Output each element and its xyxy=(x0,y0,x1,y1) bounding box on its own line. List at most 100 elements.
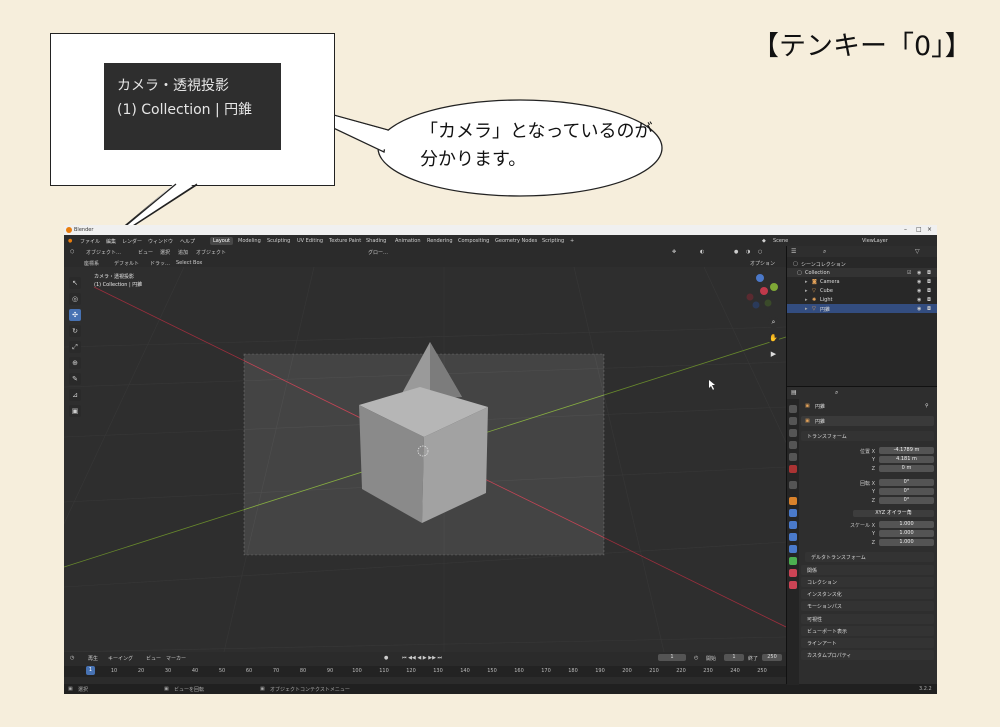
tab-animation[interactable]: Animation xyxy=(395,238,421,244)
tool-tab-icon[interactable] xyxy=(789,405,797,413)
world-tab-icon[interactable] xyxy=(789,465,797,473)
constraints-tab-icon[interactable] xyxy=(789,545,797,553)
particles-tab-icon[interactable] xyxy=(789,521,797,529)
cursor-tool-icon[interactable]: ◎ xyxy=(69,293,81,305)
instancing-panel[interactable]: インスタンス化 xyxy=(801,589,934,599)
tab-rendering[interactable]: Rendering xyxy=(427,238,453,244)
expand-arrow-icon[interactable]: ▸ xyxy=(805,297,808,303)
viewport-display-panel[interactable]: ビューポート表示 xyxy=(801,626,934,636)
gizmo-icon[interactable]: ✥ xyxy=(672,249,676,255)
rotate-tool-icon[interactable]: ↻ xyxy=(69,325,81,337)
timeline-menu-playback[interactable]: 再生 xyxy=(88,655,98,662)
outliner-row-collection[interactable]: ▢ Collection ☑ ◉ ◘ xyxy=(787,268,937,277)
motion-paths-panel[interactable]: モーションパス xyxy=(801,601,934,611)
location-z-field[interactable]: 0 m xyxy=(879,465,934,472)
menu-object[interactable]: オブジェクト xyxy=(196,249,226,256)
rotation-mode-select[interactable]: XYZ オイラー角 xyxy=(853,510,934,517)
visibility-eye-icon[interactable]: ◉ xyxy=(917,270,921,276)
tab-texture-paint[interactable]: Texture Paint xyxy=(329,238,361,244)
rotation-x-field[interactable]: 0° xyxy=(879,479,934,486)
outliner-row-light[interactable]: ▸ ✺ Light ◉ ◘ xyxy=(787,295,937,304)
current-frame-field[interactable]: 1 xyxy=(658,654,686,661)
move-tool-icon[interactable]: ✣ xyxy=(69,309,81,321)
menu-view[interactable]: ビュー xyxy=(138,249,153,256)
scale-y-field[interactable]: 1.000 xyxy=(879,530,934,537)
visibility-eye-icon[interactable]: ◉ xyxy=(917,288,921,294)
start-frame-field[interactable]: 1 xyxy=(724,654,744,661)
add-workspace-icon[interactable]: + xyxy=(570,238,574,244)
scale-x-field[interactable]: 1.000 xyxy=(879,521,934,528)
mode-select[interactable]: オブジェクト… xyxy=(86,249,121,256)
render-camera-icon[interactable]: ◘ xyxy=(927,297,931,303)
tab-scripting[interactable]: Scripting xyxy=(542,238,564,244)
properties-search-icon[interactable]: ⌕ xyxy=(835,389,838,397)
menu-help[interactable]: ヘルプ xyxy=(180,238,195,245)
select-box-select[interactable]: Select Box xyxy=(176,260,202,266)
maximize-icon[interactable]: □ xyxy=(916,226,922,233)
material-tab-icon[interactable] xyxy=(789,569,797,577)
select-tool-icon[interactable]: ↖ xyxy=(69,277,81,289)
annotate-tool-icon[interactable]: ✎ xyxy=(69,373,81,385)
rotation-z-field[interactable]: 0° xyxy=(879,497,934,504)
pan-hand-icon[interactable]: ✋ xyxy=(768,333,779,344)
transform-panel-header[interactable]: トランスフォーム xyxy=(801,431,934,441)
collections-panel[interactable]: コレクション xyxy=(801,577,934,587)
checkbox-icon[interactable]: ☑ xyxy=(907,270,911,276)
transform-tool-icon[interactable]: ⊕ xyxy=(69,357,81,369)
options-button[interactable]: オプション xyxy=(750,260,775,267)
menu-file[interactable]: ファイル xyxy=(80,238,100,245)
outliner-row-cube[interactable]: ▸ ▽ Cube ◉ ◘ xyxy=(787,286,937,295)
playback-controls-icon[interactable]: ⏮ ◀◀ ◀ ▶ ▶▶ ⏭ xyxy=(402,655,442,661)
record-icon[interactable]: ● xyxy=(384,655,388,661)
tab-geometry-nodes[interactable]: Geometry Nodes xyxy=(495,238,537,244)
view-layer-tab-icon[interactable] xyxy=(789,441,797,449)
render-camera-icon[interactable]: ◘ xyxy=(927,306,931,312)
outliner-search-icon[interactable]: ⌕ xyxy=(823,248,826,256)
overlay-icon[interactable]: ◐ xyxy=(700,249,704,255)
pin-icon[interactable]: ⚲ xyxy=(925,403,929,409)
texture-tab-icon[interactable] xyxy=(789,581,797,589)
playhead[interactable]: 1 xyxy=(86,666,95,675)
render-camera-icon[interactable]: ◘ xyxy=(927,279,931,285)
menu-edit[interactable]: 編集 xyxy=(106,238,116,245)
visibility-eye-icon[interactable]: ◉ xyxy=(917,306,921,312)
tab-compositing[interactable]: Compositing xyxy=(458,238,489,244)
menu-window[interactable]: ウィンドウ xyxy=(148,238,173,245)
tab-modeling[interactable]: Modeling xyxy=(238,238,261,244)
custom-properties-panel[interactable]: カスタムプロパティ xyxy=(801,650,934,660)
outliner-row-camera[interactable]: ▸ ◙ Camera ◉ ◘ xyxy=(787,277,937,286)
modifier-tab-icon[interactable] xyxy=(789,509,797,517)
location-y-field[interactable]: 4.181 m xyxy=(879,456,934,463)
zoom-icon[interactable]: ⌕ xyxy=(768,317,779,328)
output-tab-icon[interactable] xyxy=(789,429,797,437)
data-tab-icon[interactable] xyxy=(789,557,797,565)
relations-panel[interactable]: 関係 xyxy=(801,565,934,575)
timeline-menu-keying[interactable]: キーイング xyxy=(108,655,133,662)
expand-arrow-icon[interactable]: ▸ xyxy=(805,306,808,312)
menu-render[interactable]: レンダー xyxy=(122,238,142,245)
3d-viewport[interactable]: カメラ・透視投影 (1) Collection | 円錐 ↖ ◎ ✣ ↻ ⤢ ⊕… xyxy=(64,267,786,652)
shading-material-icon[interactable]: ◑ xyxy=(746,249,750,255)
expand-arrow-icon[interactable]: ▸ xyxy=(805,288,808,294)
menu-add[interactable]: 追加 xyxy=(178,249,188,256)
object-tab-icon[interactable] xyxy=(789,497,797,505)
tab-shading[interactable]: Shading xyxy=(366,238,386,244)
tab-layout[interactable]: Layout xyxy=(210,237,233,245)
measure-tool-icon[interactable]: ⊿ xyxy=(69,389,81,401)
minimize-icon[interactable]: – xyxy=(904,226,907,233)
outliner-row-scene-collection[interactable]: ▢ シーンコレクション xyxy=(787,259,937,268)
location-x-field[interactable]: -4.1789 m xyxy=(879,447,934,454)
menu-select[interactable]: 選択 xyxy=(160,249,170,256)
end-frame-field[interactable]: 250 xyxy=(762,654,782,661)
properties-editor-icon[interactable]: ▤ xyxy=(791,389,797,396)
close-icon[interactable]: × xyxy=(927,226,932,233)
outliner-row-cone[interactable]: ▸ ▽ 円錐 ◉ ◘ xyxy=(787,304,937,313)
scale-tool-icon[interactable]: ⤢ xyxy=(69,341,81,353)
blender-menu-icon[interactable]: ● xyxy=(68,238,72,244)
scene-name[interactable]: Scene xyxy=(773,238,788,244)
visibility-panel[interactable]: 可視性 xyxy=(801,614,934,624)
coord-select[interactable]: デフォルト xyxy=(114,260,139,267)
camera-view-icon[interactable]: ▶ xyxy=(768,349,779,360)
scale-z-field[interactable]: 1.000 xyxy=(879,539,934,546)
view-layer-name[interactable]: ViewLayer xyxy=(862,238,888,244)
